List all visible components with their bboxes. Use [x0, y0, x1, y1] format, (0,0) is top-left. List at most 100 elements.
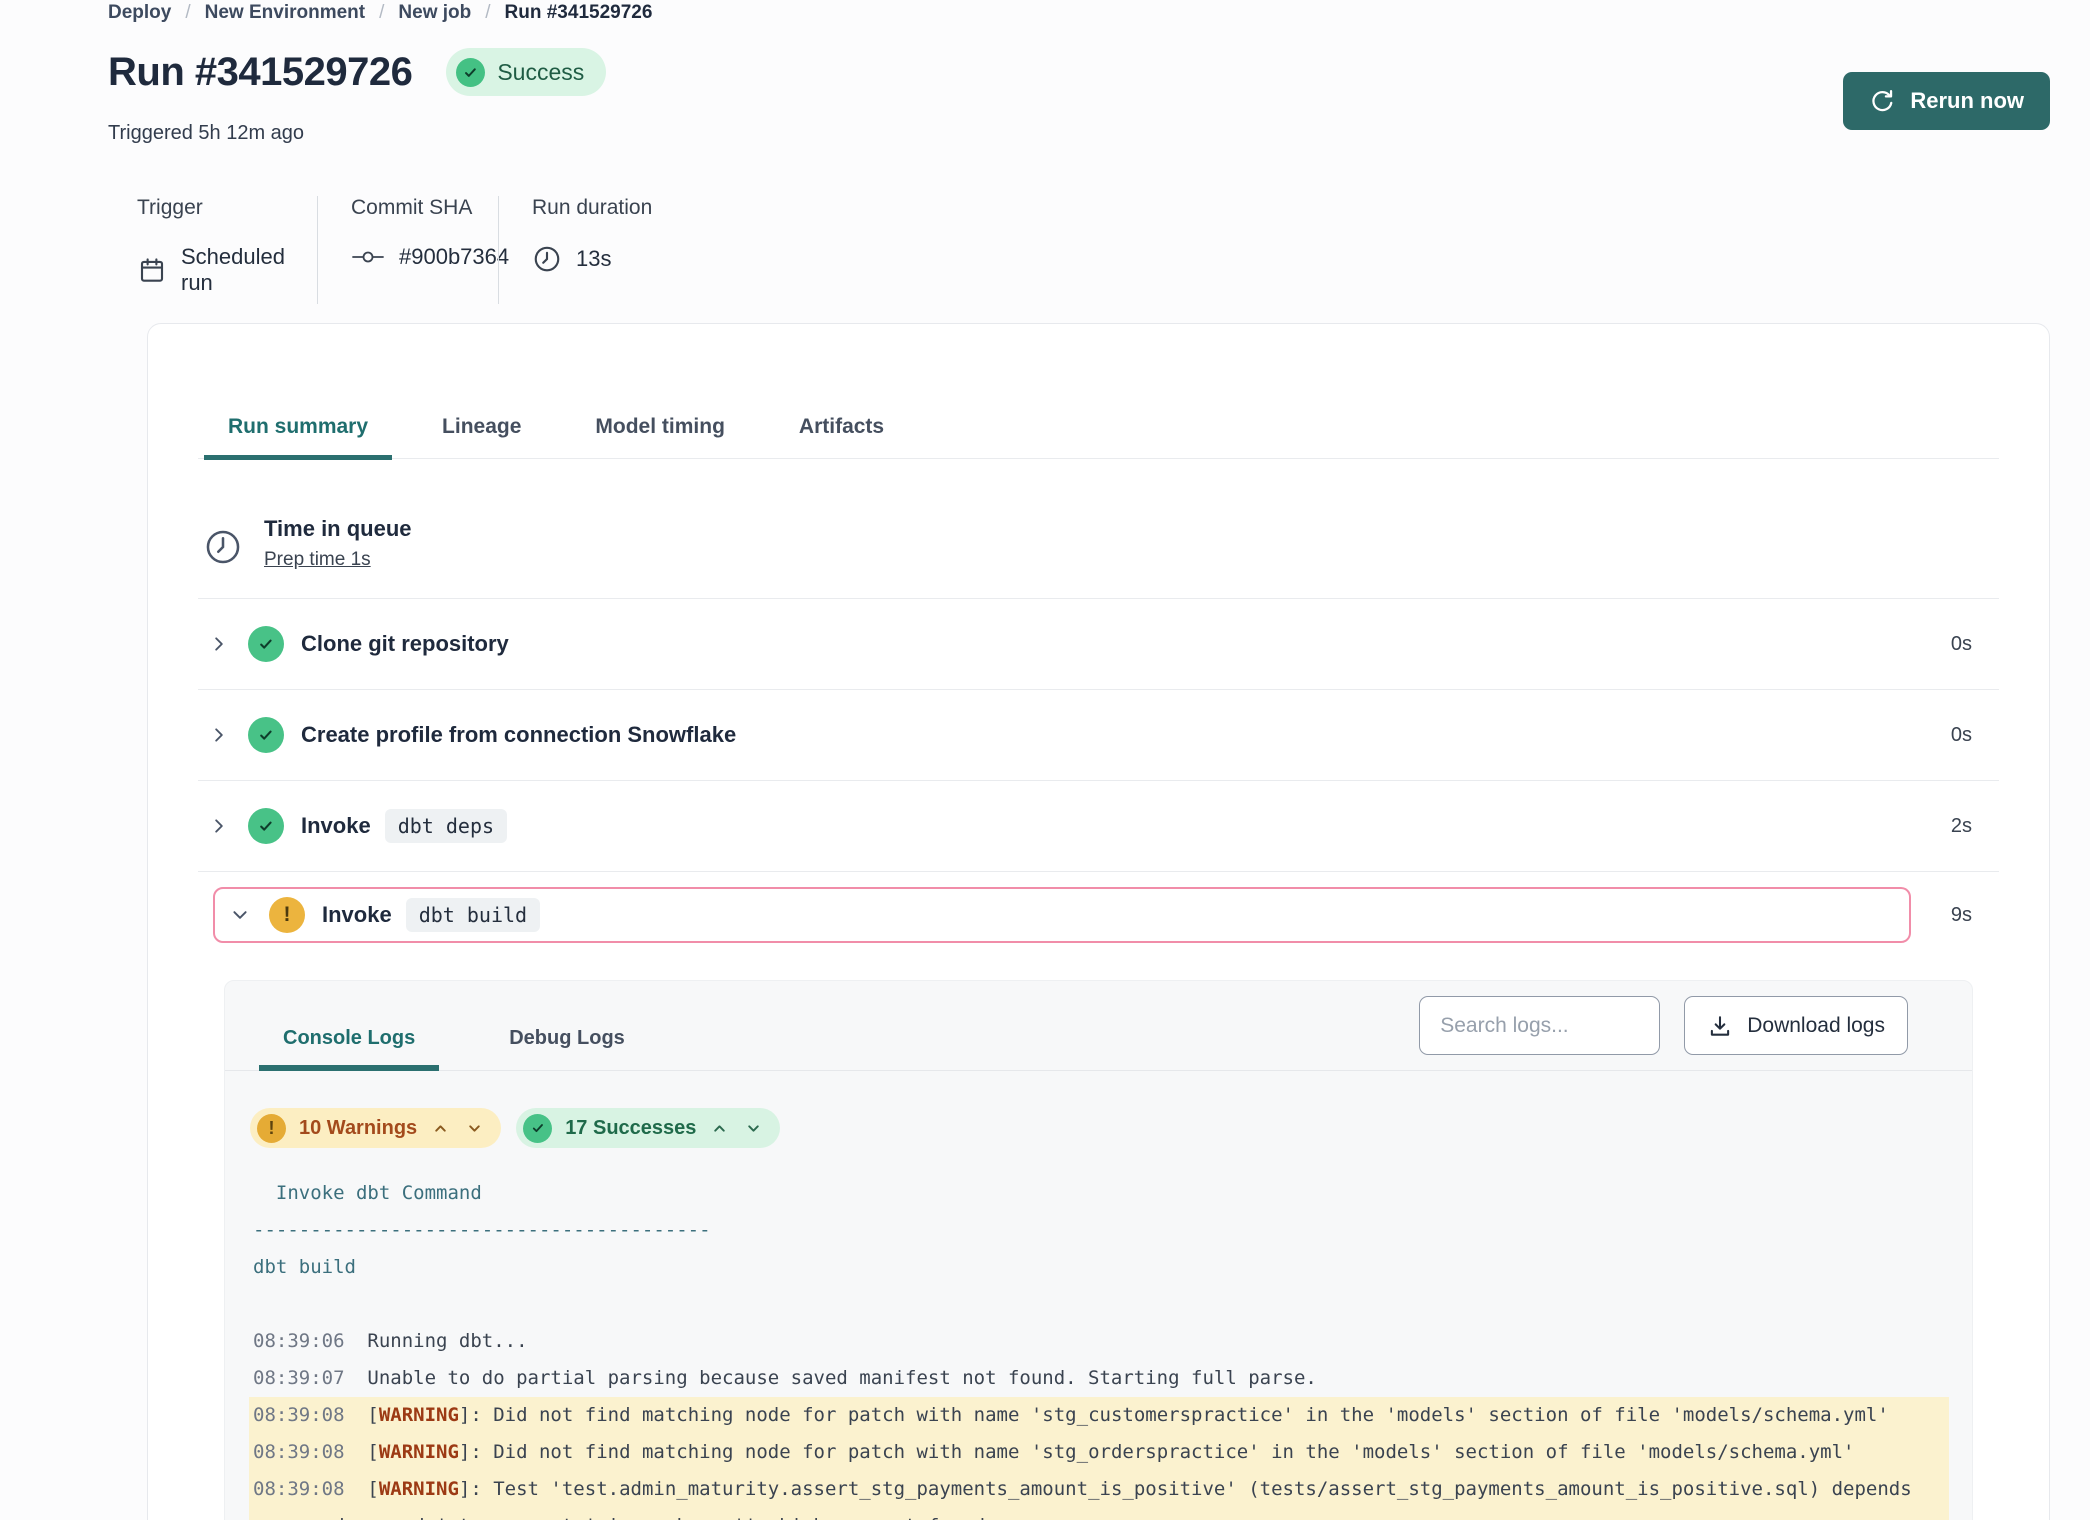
log-badges: ! 10 Warnings 17 Successes	[250, 1108, 1972, 1148]
meta-value-text: Scheduled run	[181, 244, 317, 296]
warning-icon: !	[257, 1114, 286, 1143]
meta-trigger: Trigger Scheduled run	[137, 196, 317, 304]
step-duration: 0s	[1924, 724, 1972, 747]
tab-lineage[interactable]: Lineage	[418, 412, 545, 458]
status-badge-label: Success	[497, 59, 584, 86]
breadcrumb: Deploy / New Environment / New job / Run #3415…	[108, 2, 652, 24]
step-row-create-profile-from-connection-snowflake[interactable]: Create profile from connection Snowflake…	[198, 689, 1999, 780]
step-main: Invoke dbt deps	[204, 781, 1924, 871]
log-line	[249, 1286, 1949, 1323]
main-tabs: Run summary Lineage Model timing Artifacts	[198, 412, 1999, 459]
tab-model-timing[interactable]: Model timing	[571, 412, 749, 458]
step-list: Clone git repository 0s Create profile f…	[198, 598, 1999, 943]
log-line: 08:39:08 [WARNING]: Test 'test.admin_mat…	[249, 1471, 1949, 1508]
step-command: dbt deps	[385, 809, 507, 843]
log-line: 08:39:07 Unable to do partial parsing be…	[249, 1360, 1949, 1397]
chevron-right-icon[interactable]	[204, 635, 234, 653]
meta-value: 13s	[532, 244, 652, 282]
breadcrumb-item-new-job[interactable]: New job	[398, 2, 471, 24]
step-duration: 9s	[1924, 904, 1972, 927]
successes-badge[interactable]: 17 Successes	[516, 1108, 780, 1148]
chevron-down-icon[interactable]	[743, 1118, 764, 1139]
search-logs-input[interactable]	[1419, 996, 1660, 1055]
step-row-invoke-dbt-deps[interactable]: Invoke dbt deps 2s	[198, 780, 1999, 871]
breadcrumb-separator: /	[379, 2, 384, 24]
check-circle-icon	[248, 717, 284, 753]
chevron-up-icon[interactable]	[430, 1118, 451, 1139]
console-log-output: Invoke dbt Command----------------------…	[249, 1175, 1972, 1520]
log-tabs: Console Logs Debug Logs	[259, 1027, 649, 1070]
step-main: ! Invoke dbt build	[213, 887, 1911, 943]
breadcrumb-item-new-environment[interactable]: New Environment	[205, 2, 365, 24]
chevron-right-icon[interactable]	[204, 726, 234, 744]
download-logs-button[interactable]: Download logs	[1684, 996, 1908, 1055]
breadcrumb-separator: /	[185, 2, 190, 24]
log-line: 08:39:08 [WARNING]: Did not find matchin…	[249, 1397, 1949, 1434]
step-main: Create profile from connection Snowflake	[204, 690, 1924, 780]
step-command: dbt build	[406, 898, 540, 932]
log-line: ----------------------------------------	[249, 1212, 1949, 1249]
chevron-down-icon[interactable]	[225, 906, 255, 924]
tab-console-logs[interactable]: Console Logs	[259, 1027, 439, 1070]
step-duration: 2s	[1924, 815, 1972, 838]
run-summary-card: Run summaryLineageModel timingArtifacts …	[147, 323, 2050, 1520]
run-meta: Trigger Scheduled run Commit SHA #900b73…	[137, 196, 652, 304]
logs-panel: Console Logs Debug Logs Download logs ! 1…	[224, 980, 1973, 1520]
breadcrumb-separator: /	[485, 2, 490, 24]
log-line: Invoke dbt Command	[249, 1175, 1949, 1212]
triggered-text: Triggered 5h 12m ago	[108, 122, 304, 145]
rerun-now-button[interactable]: Rerun now	[1843, 72, 2050, 130]
log-line: dbt build	[249, 1249, 1949, 1286]
log-line: on a node named 'stg_payments' in packag…	[249, 1508, 1949, 1520]
step-row-invoke-dbt-build[interactable]: ! Invoke dbt build 9s	[198, 871, 1999, 943]
download-icon	[1707, 1013, 1733, 1039]
warning-icon: !	[269, 897, 305, 933]
chevron-up-icon[interactable]	[709, 1118, 730, 1139]
logs-header: Console Logs Debug Logs Download logs	[225, 981, 1972, 1071]
check-circle-icon	[248, 626, 284, 662]
breadcrumb-item-run-341529726[interactable]: Run #341529726	[505, 2, 653, 24]
calendar-icon	[137, 255, 167, 285]
tab-debug-logs[interactable]: Debug Logs	[485, 1027, 649, 1070]
check-circle-icon	[456, 58, 485, 87]
rerun-now-label: Rerun now	[1910, 88, 2024, 114]
refresh-icon	[1869, 88, 1896, 115]
meta-value-text: 13s	[576, 246, 611, 272]
breadcrumb-item-deploy[interactable]: Deploy	[108, 2, 171, 24]
check-circle-icon	[523, 1114, 552, 1143]
meta-label: Commit SHA	[351, 196, 498, 220]
meta-run-duration: Run duration 13s	[498, 196, 652, 304]
page-title-row: Run #341529726 Success	[108, 48, 606, 96]
meta-value: Scheduled run	[137, 244, 317, 304]
meta-value-text: #900b7364	[399, 244, 509, 270]
time-in-queue: Time in queue Prep time 1s	[198, 516, 1999, 598]
tab-artifacts[interactable]: Artifacts	[775, 412, 908, 458]
clock-icon	[204, 528, 242, 598]
chevron-down-icon[interactable]	[464, 1118, 485, 1139]
log-line: 08:39:08 [WARNING]: Did not find matchin…	[249, 1434, 1949, 1471]
queue-title: Time in queue	[264, 516, 412, 542]
warnings-badge[interactable]: ! 10 Warnings	[250, 1108, 501, 1148]
commit-icon	[351, 247, 385, 267]
check-circle-icon	[248, 808, 284, 844]
prep-time-link[interactable]: Prep time 1s	[264, 549, 371, 571]
step-duration: 0s	[1924, 633, 1972, 656]
meta-label: Trigger	[137, 196, 317, 220]
page-title: Run #341529726	[108, 50, 412, 95]
warnings-badge-label: 10 Warnings	[299, 1117, 417, 1140]
meta-value: #900b7364	[351, 244, 498, 278]
successes-badge-label: 17 Successes	[565, 1117, 696, 1140]
step-row-clone-git-repository[interactable]: Clone git repository 0s	[198, 598, 1999, 689]
clock-icon	[532, 244, 562, 274]
chevron-right-icon[interactable]	[204, 817, 234, 835]
step-label: Invoke	[301, 813, 371, 839]
status-badge: Success	[446, 48, 606, 96]
tab-run-summary[interactable]: Run summary	[204, 412, 392, 458]
step-label: Clone git repository	[301, 631, 509, 657]
run-detail-page: Deploy / New Environment / New job / Run #3415…	[0, 0, 2090, 1520]
log-controls: Download logs	[1419, 996, 1908, 1055]
download-logs-label: Download logs	[1747, 1014, 1885, 1038]
step-label: Invoke	[322, 902, 392, 928]
step-label: Create profile from connection Snowflake	[301, 722, 736, 748]
meta-commit-sha: Commit SHA #900b7364	[317, 196, 498, 304]
